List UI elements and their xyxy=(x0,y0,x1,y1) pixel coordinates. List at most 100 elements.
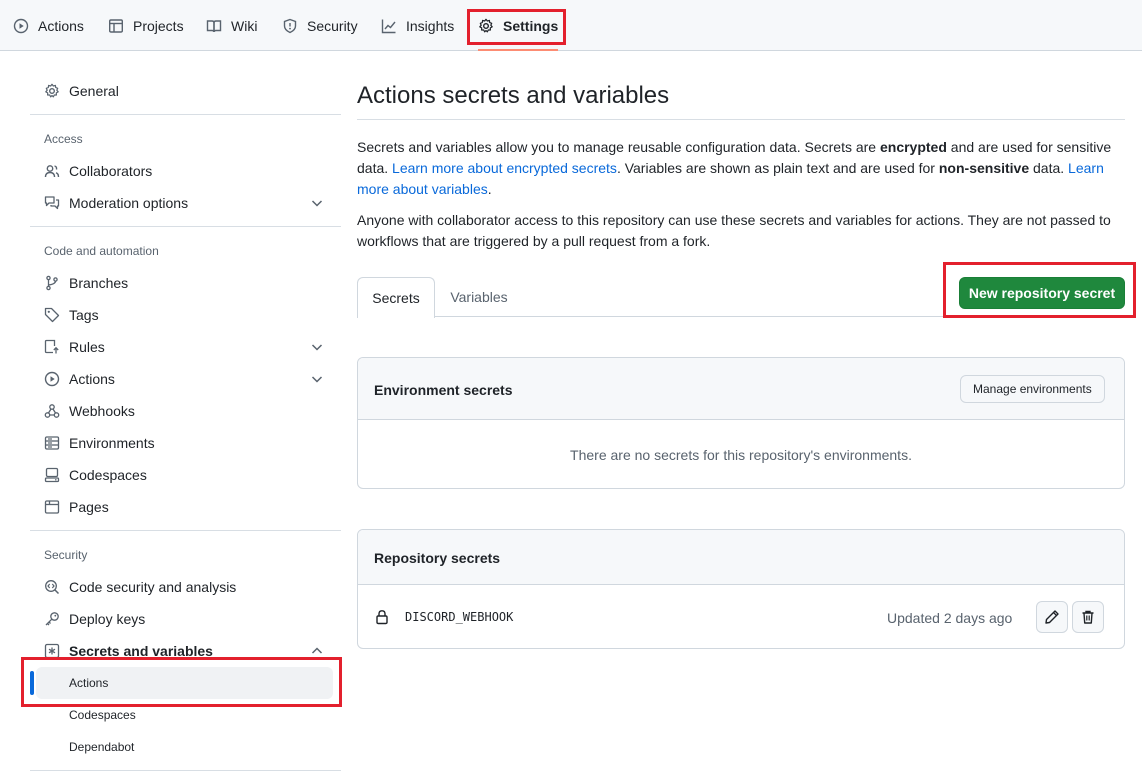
people-icon xyxy=(44,165,60,178)
table-icon xyxy=(109,18,124,33)
tab-label: Wiki xyxy=(231,17,258,34)
repository-secrets-box: Repository secrets DISCORD_WEBHOOK Updat… xyxy=(357,529,1125,649)
sidebar-item-environments[interactable]: Environments xyxy=(30,427,341,459)
sidebar-item-pages[interactable]: Pages xyxy=(30,491,341,523)
secret-row: DISCORD_WEBHOOK Updated 2 days ago xyxy=(358,585,1124,648)
text: . Variables are shown as plain text and … xyxy=(616,160,939,176)
sidebar-item-collaborators[interactable]: Collaborators xyxy=(30,155,341,187)
sidebar-subitem-dependabot[interactable]: Dependabot xyxy=(30,731,341,763)
browser-icon xyxy=(44,500,60,514)
sidebar-item-label: Rules xyxy=(69,339,105,355)
box-header: Repository secrets xyxy=(358,530,1124,585)
chevron-down-icon xyxy=(311,200,323,207)
gear-icon xyxy=(45,83,59,98)
sidebar-item-label: Branches xyxy=(69,275,129,291)
sidebar-item-webhooks[interactable]: Webhooks xyxy=(30,395,341,427)
sidebar-item-tags[interactable]: Tags xyxy=(30,299,341,331)
learn-more-secrets-link[interactable]: Learn more about encrypted secrets xyxy=(392,160,617,176)
tab-label: Security xyxy=(307,17,358,34)
lock-icon xyxy=(376,610,388,625)
edit-secret-button[interactable] xyxy=(1036,601,1068,633)
highlight-actions-subitem xyxy=(21,657,342,707)
tag-icon xyxy=(44,307,60,323)
sidebar-item-label: Webhooks xyxy=(69,403,135,419)
codespaces-icon xyxy=(44,467,60,483)
book-icon xyxy=(206,19,222,32)
delete-secret-button[interactable] xyxy=(1072,601,1104,633)
text-bold: encrypted xyxy=(879,139,947,155)
secret-name: DISCORD_WEBHOOK xyxy=(405,610,514,624)
manage-environments-button[interactable]: Manage environments xyxy=(960,375,1105,403)
sidebar-divider xyxy=(30,530,341,531)
text: Secrets and variables allow you to manag… xyxy=(357,139,880,155)
title-divider xyxy=(357,119,1125,120)
tab-label: Actions xyxy=(38,17,84,34)
trash-icon xyxy=(1082,610,1094,624)
highlight-new-secret-button xyxy=(943,262,1136,318)
tab-secrets[interactable]: Secrets xyxy=(357,277,435,318)
text: data. xyxy=(1029,160,1069,176)
box-header: Environment secrets Manage environments xyxy=(358,358,1124,420)
collaborator-note: Anyone with collaborator access to this … xyxy=(357,212,1111,249)
pencil-icon xyxy=(1045,610,1059,624)
sidebar-subitem-label: Dependabot xyxy=(69,740,135,754)
play-icon xyxy=(44,371,60,387)
tab-label: Insights xyxy=(406,17,455,34)
tab-actions[interactable]: Actions xyxy=(13,0,84,51)
sidebar-item-actions[interactable]: Actions xyxy=(30,363,341,395)
comment-discussion-icon xyxy=(44,196,60,210)
tab-projects[interactable]: Projects xyxy=(108,0,184,51)
environment-secrets-box: Environment secrets Manage environments … xyxy=(357,357,1125,489)
sidebar-item-label: Code security and analysis xyxy=(69,579,237,595)
sidebar-divider xyxy=(30,770,341,771)
intro-paragraph: Secrets and variables allow you to manag… xyxy=(357,137,1125,200)
tab-security[interactable]: Security xyxy=(282,0,358,51)
sidebar-item-label: Collaborators xyxy=(69,163,153,179)
page-title: Actions secrets and variables xyxy=(357,82,670,109)
sidebar-item-label: Environments xyxy=(69,435,155,451)
tab-variables[interactable]: Variables xyxy=(435,277,523,318)
sidebar-section-access: Access xyxy=(44,132,83,146)
sidebar-section-code-automation: Code and automation xyxy=(44,244,159,258)
chevron-down-icon xyxy=(311,344,323,351)
text-bold: non-sensitive xyxy=(938,160,1030,176)
sidebar-divider xyxy=(30,114,341,115)
sidebar-item-general[interactable]: General xyxy=(30,75,341,107)
repo-nav: Actions Projects Wiki Security Insights … xyxy=(0,0,1142,51)
sidebar-item-rules[interactable]: Rules xyxy=(30,331,341,363)
sidebar-item-label: Tags xyxy=(69,307,99,323)
tab-insights[interactable]: Insights xyxy=(381,0,454,51)
secret-updated: Updated 2 days ago xyxy=(887,610,1013,626)
sidebar-item-label: Codespaces xyxy=(69,467,147,483)
chevron-down-icon xyxy=(311,376,323,383)
sidebar-item-label: Actions xyxy=(69,371,115,387)
sidebar-item-moderation[interactable]: Moderation options xyxy=(30,187,341,219)
sidebar-divider xyxy=(30,226,341,227)
graph-icon xyxy=(381,19,396,33)
webhook-icon xyxy=(44,404,60,418)
sidebar-item-branches[interactable]: Branches xyxy=(30,267,341,299)
highlight-settings-tab xyxy=(467,9,566,45)
box-title: Environment secrets xyxy=(374,382,513,398)
box-title: Repository secrets xyxy=(374,550,501,566)
sidebar-item-label: Deploy keys xyxy=(69,611,146,627)
repo-push-icon xyxy=(44,339,59,354)
codescan-icon xyxy=(45,580,60,595)
git-branch-icon xyxy=(46,275,58,291)
server-icon xyxy=(44,436,60,450)
text: . xyxy=(487,181,492,197)
shield-icon xyxy=(283,18,297,33)
sidebar-item-label: General xyxy=(69,83,119,99)
empty-state-text: There are no secrets for this repository… xyxy=(570,447,912,463)
tab-label: Projects xyxy=(133,17,184,34)
sidebar-item-label: Pages xyxy=(69,499,109,515)
key-icon xyxy=(45,612,59,626)
tab-wiki[interactable]: Wiki xyxy=(206,0,257,51)
sidebar-section-security: Security xyxy=(44,548,88,562)
sidebar-item-code-security[interactable]: Code security and analysis xyxy=(30,571,341,603)
play-icon xyxy=(13,18,29,33)
sidebar-item-deploy-keys[interactable]: Deploy keys xyxy=(30,603,341,635)
sidebar-item-label: Moderation options xyxy=(69,195,189,211)
sidebar-item-codespaces[interactable]: Codespaces xyxy=(30,459,341,491)
active-tab-underline xyxy=(478,49,559,51)
